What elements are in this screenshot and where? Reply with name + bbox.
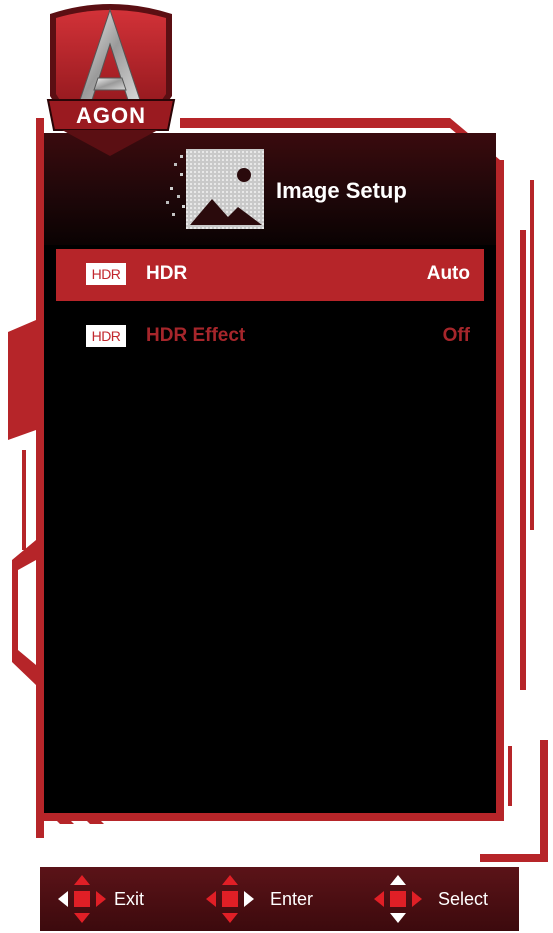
navigation-bar: Exit Enter Select [40,867,519,931]
nav-exit[interactable]: Exit [54,867,174,931]
osd-panel: Image Setup HDR HDR Auto HDR HDR Effect … [44,133,496,813]
nav-select[interactable]: Select [370,867,515,931]
enter-label: Enter [270,889,314,909]
page-title: Image Setup [276,178,407,203]
logo-text: AGON [76,103,146,128]
dpad-right-icon [206,875,254,923]
exit-label: Exit [114,889,145,909]
hdr-icon: HDR [86,263,126,285]
menu-item-hdr-effect[interactable]: HDR HDR Effect Off [56,311,484,363]
menu-item-label: HDR [146,263,188,284]
menu-item-hdr[interactable]: HDR HDR Auto [56,249,484,301]
agon-logo [46,4,176,156]
select-label: Select [438,889,489,909]
dpad-left-icon [58,875,106,923]
menu-item-value: Auto [426,263,470,284]
nav-enter[interactable]: Enter [202,867,342,931]
menu-item-value: Off [442,325,470,346]
dpad-up-down-icon [374,875,422,923]
menu-item-label: HDR Effect [146,325,246,346]
hdr-icon: HDR [86,325,126,347]
